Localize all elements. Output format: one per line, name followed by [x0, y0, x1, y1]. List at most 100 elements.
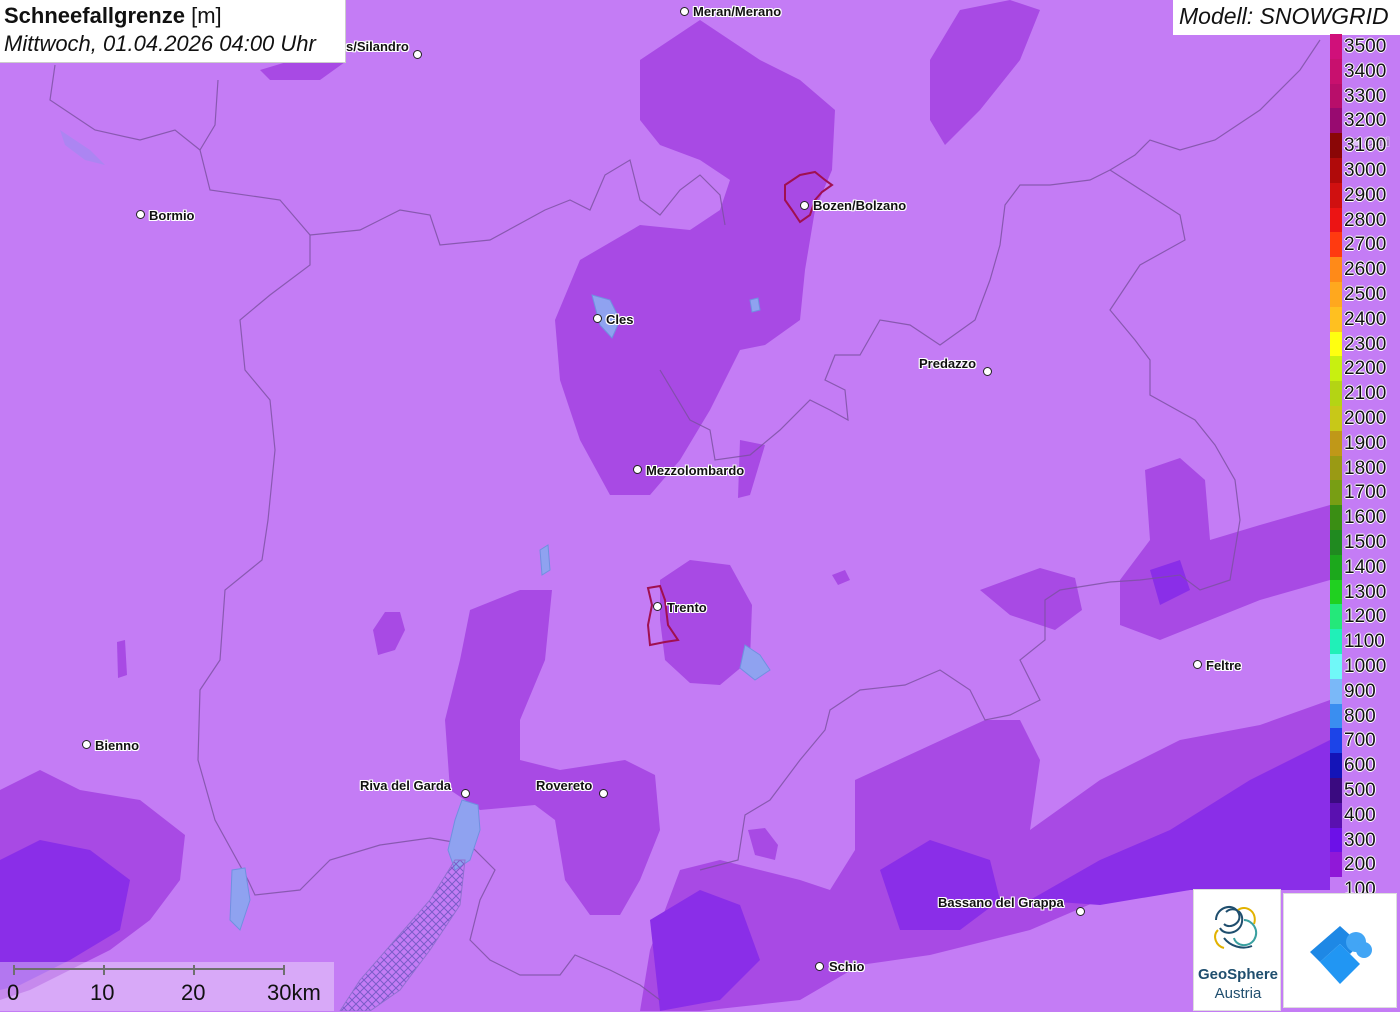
city-label-predazzo[interactable]: Predazzo: [919, 356, 976, 371]
legend-label: 1300: [1344, 581, 1387, 603]
legend-label: 500: [1344, 780, 1376, 801]
city-dot-mezzolombardo[interactable]: [633, 465, 642, 474]
legend-swatch: [1330, 778, 1342, 803]
color-legend: 3500 3400 3300 3200 3100 3000 2900 2800 2700 2600…: [1328, 34, 1400, 903]
legend-item: 2500: [1328, 282, 1400, 307]
scale-label-10: 10: [90, 980, 115, 1005]
legend-label: 2400: [1344, 308, 1387, 330]
city-dot-trento[interactable]: [653, 602, 662, 611]
legend-item: 3100: [1328, 133, 1400, 159]
city-dot-bassano[interactable]: [1076, 907, 1085, 916]
legend-item: 700: [1328, 728, 1400, 754]
legend-label: 2900: [1344, 184, 1387, 206]
legend-item: 2000: [1328, 406, 1400, 431]
legend-swatch: [1330, 654, 1342, 679]
legend-swatch: [1330, 455, 1342, 481]
city-dot-meran[interactable]: [680, 7, 689, 16]
legend-label: 2600: [1344, 259, 1387, 281]
legend-label: 1500: [1344, 532, 1387, 553]
city-label-mezzolombardo[interactable]: Mezzolombardo: [646, 463, 744, 478]
legend-label: 3500: [1344, 36, 1387, 57]
city-label-cles[interactable]: Cles: [606, 312, 633, 327]
city-label-feltre[interactable]: Feltre: [1206, 658, 1241, 673]
legend-swatch: [1330, 356, 1342, 382]
city-label-bolzano[interactable]: Bozen/Bolzano: [813, 198, 906, 213]
legend-swatch: [1330, 852, 1342, 878]
legend-swatch: [1330, 331, 1342, 357]
legend-swatch: [1330, 108, 1342, 134]
legend-swatch: [1330, 579, 1342, 605]
city-label-silandro[interactable]: s/Silandro: [346, 39, 409, 54]
weather-app-icon: [1310, 926, 1372, 984]
legend-label: 1600: [1344, 507, 1387, 529]
legend-label: 1900: [1344, 432, 1387, 454]
legend-label: 600: [1344, 755, 1376, 777]
legend-label: 2000: [1344, 408, 1387, 429]
city-dot-rovereto[interactable]: [599, 789, 608, 798]
legend-item: 2400: [1328, 306, 1400, 332]
city-dot-bolzano[interactable]: [800, 201, 809, 210]
legend-item: 300: [1328, 827, 1400, 853]
legend-swatch: [1330, 406, 1342, 431]
legend-label: 2500: [1344, 284, 1387, 305]
legend-label: 1700: [1344, 482, 1387, 504]
legend-item: 900: [1328, 678, 1400, 704]
scale-label-20: 20: [181, 980, 206, 1005]
legend-label: 2100: [1344, 383, 1387, 405]
city-label-trento[interactable]: Trento: [667, 600, 707, 615]
legend-label: 300: [1344, 829, 1376, 851]
legend-label: 2200: [1344, 358, 1387, 380]
snowline-map[interactable]: [0, 0, 1400, 1011]
city-label-riva[interactable]: Riva del Garda: [360, 778, 451, 793]
legend-item: 1400: [1328, 554, 1400, 580]
geosphere-logo[interactable]: GeoSphere Austria: [1193, 889, 1281, 1011]
city-dot-schio[interactable]: [815, 962, 824, 971]
legend-label: 1100: [1344, 631, 1385, 653]
geosphere-logo-name: GeoSphere: [1197, 966, 1279, 983]
legend-label: 3300: [1344, 85, 1387, 107]
legend-swatch: [1330, 282, 1342, 307]
scale-label-30km: 30km: [267, 980, 321, 1005]
legend-item: 1600: [1328, 505, 1400, 531]
city-label-meran[interactable]: Meran/Merano: [693, 4, 781, 19]
legend-item: 1500: [1328, 530, 1400, 555]
legend-swatch: [1330, 381, 1342, 407]
map-title: Schneefallgrenze [m]: [4, 3, 222, 28]
legend-label: 3000: [1344, 160, 1387, 181]
legend-item: 2100: [1328, 381, 1400, 407]
legend-swatch: [1330, 207, 1342, 233]
city-dot-bormio[interactable]: [136, 210, 145, 219]
city-label-bienno[interactable]: Bienno: [95, 738, 139, 753]
city-dot-riva[interactable]: [461, 789, 470, 798]
city-dot-silandro[interactable]: [413, 50, 422, 59]
legend-item: 1200: [1328, 604, 1400, 630]
legend-swatch: [1330, 83, 1342, 109]
city-label-schio[interactable]: Schio: [829, 959, 864, 974]
city-dot-bienno[interactable]: [82, 740, 91, 749]
legend-label: 2800: [1344, 209, 1387, 231]
city-dot-cles[interactable]: [593, 314, 602, 323]
city-dot-feltre[interactable]: [1193, 660, 1202, 669]
city-label-rovereto[interactable]: Rovereto: [536, 778, 592, 793]
legend-item: 3500: [1328, 34, 1400, 59]
legend-swatch: [1330, 827, 1342, 853]
legend-item: 3200: [1328, 108, 1400, 134]
legend-item: 2900: [1328, 182, 1400, 208]
geosphere-logo-country: Austria: [1214, 985, 1262, 1002]
legend-label: 3100: [1344, 135, 1387, 157]
legend-swatch: [1330, 232, 1342, 258]
app-logo[interactable]: [1283, 893, 1397, 1008]
legend-label: 2700: [1344, 234, 1387, 256]
city-dot-predazzo[interactable]: [983, 367, 992, 376]
legend-label: 900: [1344, 680, 1376, 702]
legend-label: 1400: [1344, 556, 1387, 578]
city-label-bassano[interactable]: Bassano del Grappa: [938, 895, 1064, 910]
legend-swatch: [1330, 629, 1342, 655]
legend-swatch: [1330, 678, 1342, 704]
legend-item: 200: [1328, 852, 1400, 878]
legend-label: 2300: [1344, 333, 1387, 355]
legend-swatch: [1330, 58, 1342, 84]
legend-item: 1300: [1328, 579, 1400, 605]
city-label-bormio[interactable]: Bormio: [149, 208, 195, 223]
legend-item: 1000: [1328, 654, 1400, 679]
